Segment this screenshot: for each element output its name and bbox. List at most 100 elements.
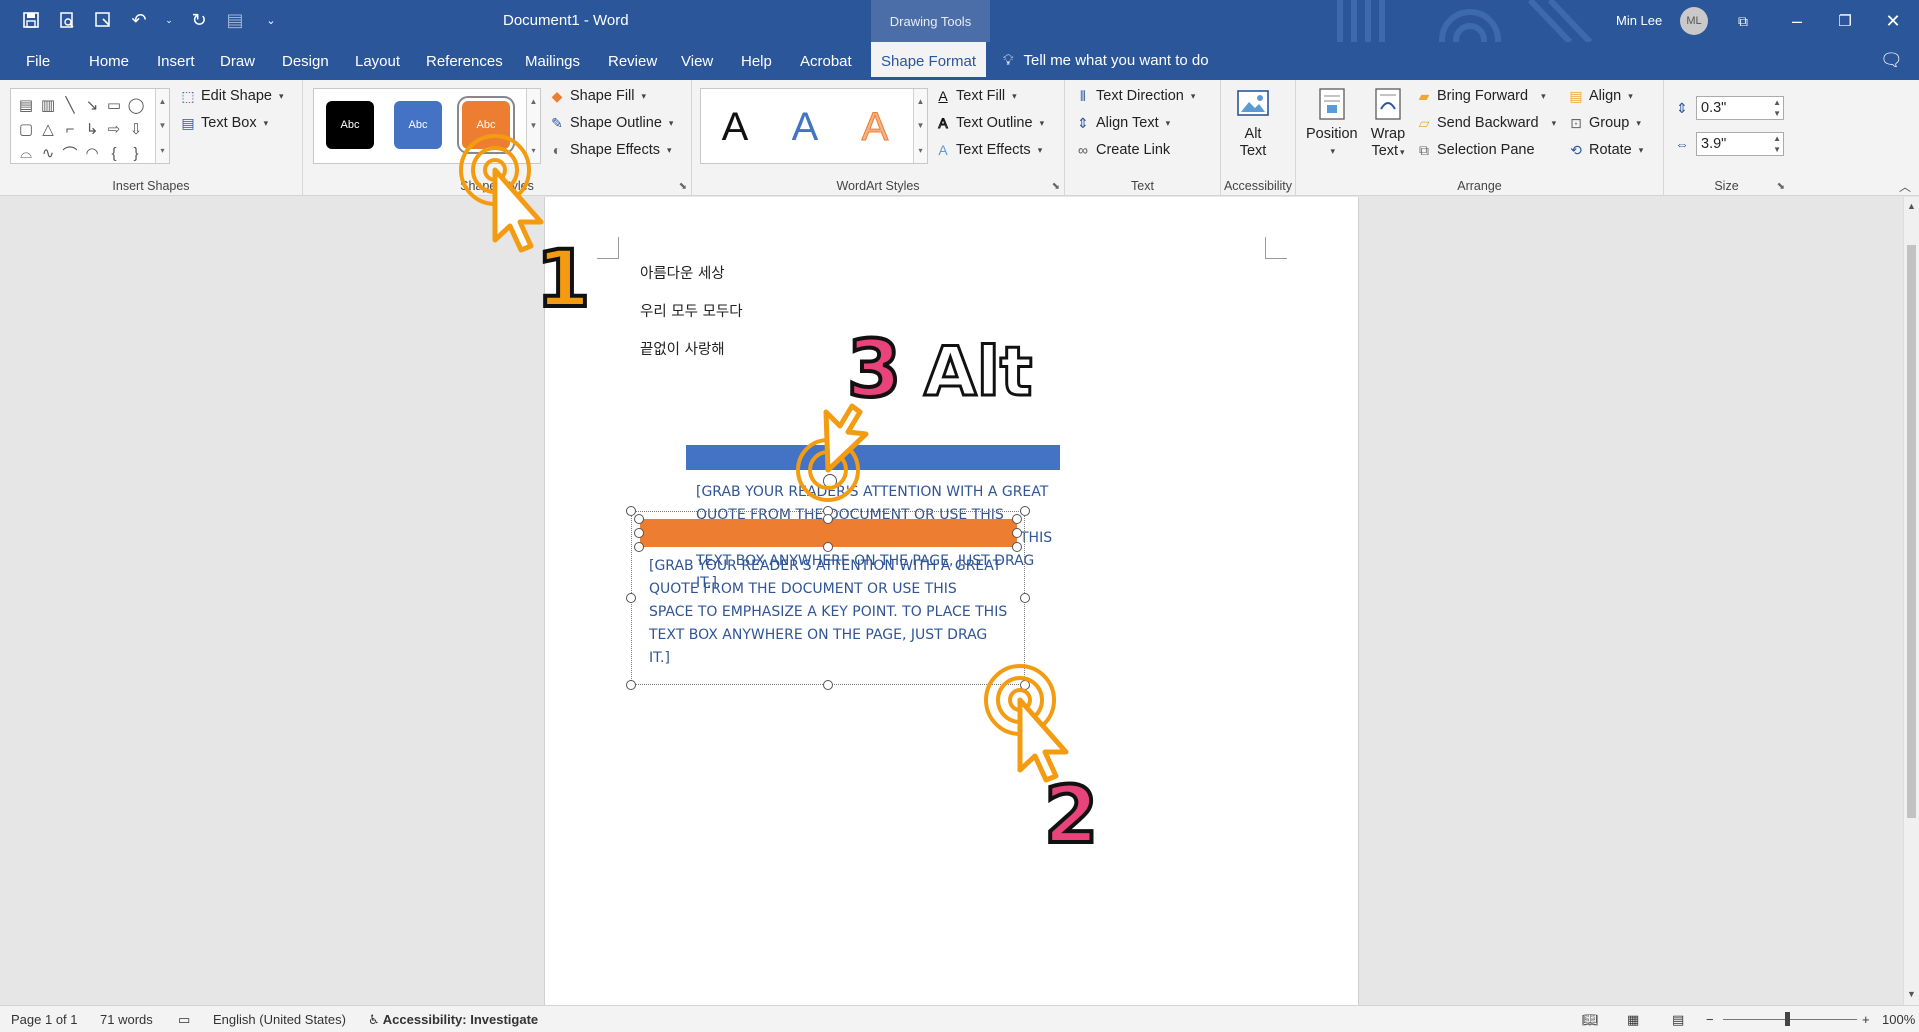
shape-effects-button[interactable]: ◐ Shape Effects ▾: [549, 142, 672, 158]
bar-handle-top-left[interactable]: [634, 514, 644, 524]
freeform-shape-icon[interactable]: ⌓: [15, 141, 37, 165]
alt-text-button[interactable]: Alt Text: [1235, 86, 1271, 160]
proofing-icon[interactable]: ▭: [178, 1012, 190, 1028]
elbow-arrow-icon[interactable]: ↳: [81, 117, 103, 141]
arrow-line-icon[interactable]: ↘: [81, 93, 103, 117]
tab-shape-format[interactable]: Shape Format: [871, 42, 987, 80]
page-count[interactable]: Page 1 of 1: [11, 1012, 78, 1027]
zoom-slider-track[interactable]: [1723, 1019, 1857, 1020]
rotate-button[interactable]: ⟲ Rotate ▾: [1568, 142, 1643, 159]
vertical-text-box-icon[interactable]: ▥: [37, 93, 59, 117]
user-name[interactable]: Min Lee: [1616, 13, 1662, 28]
arc-icon[interactable]: ◠: [81, 141, 103, 165]
close-icon[interactable]: ✕: [1878, 6, 1908, 36]
wordart-gallery[interactable]: A A A ▲ ▼ ▾: [700, 88, 928, 164]
zoom-level[interactable]: 100%: [1882, 1012, 1915, 1027]
customize-qat-icon[interactable]: ⌄: [260, 9, 282, 31]
print-layout-icon[interactable]: ▦: [1627, 1012, 1639, 1028]
text-box-shape-icon[interactable]: ▤: [15, 93, 37, 117]
save-as-icon[interactable]: [92, 9, 114, 31]
shape-style-blue[interactable]: Abc: [394, 101, 442, 149]
shape-selection-frame[interactable]: [631, 511, 1025, 685]
undo-icon[interactable]: ↶: [128, 9, 150, 31]
scribble-icon[interactable]: ∿: [37, 141, 59, 165]
restore-icon[interactable]: ❐: [1830, 6, 1860, 36]
avatar[interactable]: ML: [1680, 7, 1708, 35]
bar-handle-left[interactable]: [634, 528, 644, 538]
tab-insert[interactable]: Insert: [157, 42, 195, 80]
zoom-in-button[interactable]: +: [1862, 1012, 1870, 1027]
zoom-slider-thumb[interactable]: [1785, 1012, 1790, 1026]
document-line-2[interactable]: 우리 모두 모두다: [640, 300, 743, 321]
left-brace-icon[interactable]: {: [103, 141, 125, 165]
shape-outline-button[interactable]: ✎ Shape Outline ▾: [549, 115, 673, 132]
size-dialog-launcher-icon[interactable]: ⬊: [1777, 181, 1785, 192]
resize-handle-right[interactable]: [1020, 593, 1030, 603]
tab-draw[interactable]: Draw: [220, 42, 255, 80]
create-link-button[interactable]: ∞ Create Link: [1075, 142, 1170, 158]
redo-icon[interactable]: ↻: [188, 9, 210, 31]
bring-forward-button[interactable]: ▰ Bring Forward ▾: [1416, 88, 1546, 105]
tab-layout[interactable]: Layout: [355, 42, 400, 80]
tab-view[interactable]: View: [681, 42, 713, 80]
position-button[interactable]: Position ▾: [1306, 86, 1358, 160]
minimize-icon[interactable]: –: [1782, 6, 1812, 36]
resize-handle-top-right[interactable]: [1020, 506, 1030, 516]
comments-icon[interactable]: 🗨︎: [1880, 50, 1903, 71]
tab-design[interactable]: Design: [282, 42, 329, 80]
shapes-gallery-scroll[interactable]: ▲ ▼ ▾: [155, 89, 169, 163]
document-page[interactable]: 아름다운 세상 우리 모두 모두다 끝없이 사랑해 [GRAB YOUR REA…: [544, 197, 1359, 1005]
scroll-down-icon[interactable]: ▼: [1907, 989, 1916, 999]
tab-help[interactable]: Help: [741, 42, 772, 80]
wordart-style-black[interactable]: A: [705, 103, 765, 151]
oval-shape-icon[interactable]: ◯: [125, 93, 147, 117]
ribbon-display-options-icon[interactable]: ⧉: [1728, 6, 1758, 36]
send-backward-button[interactable]: ▱ Send Backward ▾: [1416, 115, 1556, 132]
shape-height-input[interactable]: 0.3" ▲ ▼: [1696, 96, 1784, 120]
tab-file[interactable]: File: [26, 42, 50, 80]
bar-handle-bottom-left[interactable]: [634, 542, 644, 552]
resize-handle-left[interactable]: [626, 593, 636, 603]
tab-review[interactable]: Review: [608, 42, 657, 80]
down-arrow-shape-icon[interactable]: ⇩: [125, 117, 147, 141]
bar-handle-right[interactable]: [1012, 528, 1022, 538]
wordart-style-orange[interactable]: A: [845, 103, 905, 151]
document-line-3[interactable]: 끝없이 사랑해: [640, 338, 725, 359]
collapse-ribbon-icon[interactable]: ︿: [1899, 178, 1911, 195]
wordart-gallery-scroll[interactable]: ▲ ▼ ▾: [913, 89, 927, 163]
line-shape-icon[interactable]: ╲: [59, 93, 81, 117]
vertical-scrollbar[interactable]: ▲ ▼: [1903, 197, 1919, 1005]
curve-icon[interactable]: ⌒: [59, 141, 81, 165]
shape-styles-dialog-launcher-icon[interactable]: ⬊: [679, 181, 687, 192]
shapes-gallery[interactable]: ▤ ▥ ╲ ↘ ▭ ◯ ▢ △ ⌐ ↳ ⇨ ⇩ ⌓ ∿ ⌒ ◠ { } ▲ ▼ ▾: [10, 88, 170, 164]
right-arrow-shape-icon[interactable]: ⇨: [103, 117, 125, 141]
shape-fill-button[interactable]: ◆ Shape Fill ▾: [549, 88, 646, 105]
tab-mailings[interactable]: Mailings: [525, 42, 580, 80]
tab-home[interactable]: Home: [89, 42, 129, 80]
bar-handle-bottom-right[interactable]: [1012, 542, 1022, 552]
rounded-rectangle-icon[interactable]: ▢: [15, 117, 37, 141]
resize-handle-bottom[interactable]: [823, 680, 833, 690]
edit-shape-button[interactable]: ⬚ Edit Shape ▾: [180, 88, 283, 105]
align-text-button[interactable]: ⇕ Align Text ▾: [1075, 115, 1170, 132]
bar-handle-top-right[interactable]: [1012, 514, 1022, 524]
bar-handle-top[interactable]: [823, 514, 833, 524]
group-button[interactable]: ⊡ Group ▾: [1568, 115, 1641, 132]
tab-acrobat[interactable]: Acrobat: [800, 42, 852, 80]
zoom-out-button[interactable]: −: [1706, 1012, 1714, 1027]
wordart-dialog-launcher-icon[interactable]: ⬊: [1052, 181, 1060, 192]
table-icon[interactable]: ▤: [224, 9, 246, 31]
elbow-connector-icon[interactable]: ⌐: [59, 117, 81, 141]
accessibility-checker[interactable]: ♿︎ Accessibility: Investigate: [368, 1012, 538, 1028]
shape-style-black[interactable]: Abc: [326, 101, 374, 149]
resize-handle-bottom-left[interactable]: [626, 680, 636, 690]
selection-pane-button[interactable]: ⧉ Selection Pane: [1416, 142, 1535, 159]
word-count[interactable]: 71 words: [100, 1012, 153, 1027]
tab-references[interactable]: References: [426, 42, 503, 80]
text-box-button[interactable]: ▤ Text Box ▾: [180, 115, 268, 132]
scroll-up-icon[interactable]: ▲: [1907, 201, 1916, 211]
triangle-shape-icon[interactable]: △: [37, 117, 59, 141]
language-indicator[interactable]: English (United States): [213, 1012, 346, 1027]
tell-me-search[interactable]: 💡︎ Tell me what you want to do: [1003, 42, 1209, 80]
read-mode-icon[interactable]: 📖︎: [1582, 1012, 1599, 1028]
